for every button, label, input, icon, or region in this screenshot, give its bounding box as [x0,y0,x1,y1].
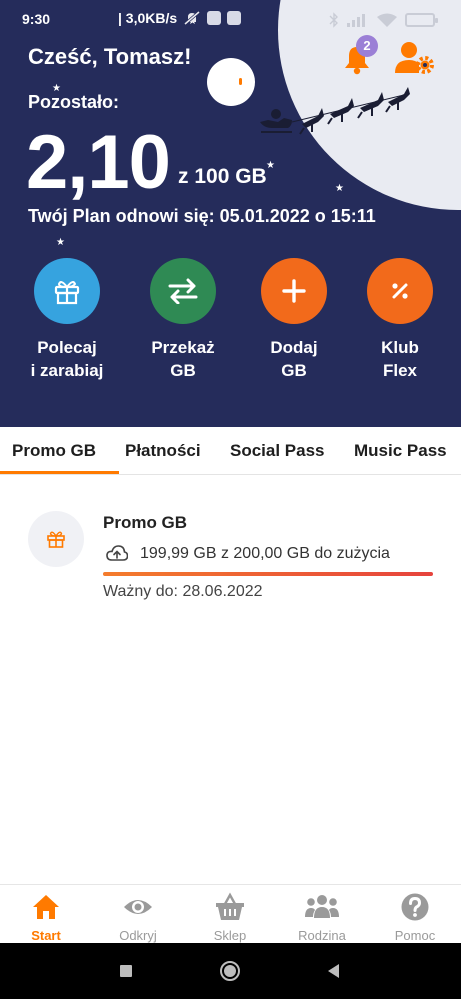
remaining-data-value: 2,10 [26,120,171,205]
greeting: Cześć, Tomasz! [28,44,192,69]
system-navigation-bar [0,943,461,999]
nav-family[interactable]: Rodzina [276,885,368,944]
star-decoration: ★ [266,160,275,171]
remaining-data-total: z 100 GB [178,165,267,188]
refer-circle [34,258,100,324]
nav-start[interactable]: Start [0,885,92,944]
refer-label: Polecaj i zarabiaj [30,338,104,380]
nav-start-label: Start [31,928,61,943]
nav-help[interactable]: Pomoc [369,885,461,944]
nav-family-label: Rodzina [298,928,346,943]
promo-progress-bar [103,572,433,576]
transfer-circle [150,258,216,324]
nav-shop[interactable]: Sklep [184,885,276,944]
promo-valid-until: Ważny do: 28.06.2022 [103,583,263,600]
klub-circle [367,258,433,324]
nav-shop-label: Sklep [213,928,247,943]
gift-icon [47,531,65,548]
cloud-upload-icon [106,545,128,561]
add-gb-button[interactable]: Dodaj GB [244,258,344,382]
transfer-arrows-icon [168,278,198,304]
home-icon [33,895,59,919]
transfer-label: Przekaż GB [151,338,215,380]
transfer-gb-button[interactable]: Przekaż GB [133,258,233,382]
bottom-navigation: Start Odkryj Sklep Rodzina Pomoc [0,884,461,943]
bluetooth-icon [329,12,338,28]
small-moon-illustration [207,58,255,106]
help-icon [401,893,429,921]
refer-and-earn-button[interactable]: Polecaj i zarabiaj [17,258,117,382]
nav-discover[interactable]: Odkryj [92,885,184,944]
nav-discover-label: Odkryj [119,928,157,943]
battery-icon [405,13,438,27]
remaining-label: Pozostało: [28,92,120,112]
promo-progress-fill [103,572,433,576]
santa-sleigh-illustration [260,87,410,135]
basket-icon [216,892,244,920]
back-button[interactable] [325,960,341,982]
mute-icon [184,10,201,26]
account-header: ★ ★ ★ ★ ★ 9:30 | 3,0KB/s [0,0,461,427]
user-settings-icon[interactable] [394,40,436,76]
star-decoration: ★ [56,237,65,248]
active-tab-indicator [0,471,119,474]
promo-icon-container [28,511,84,567]
promo-title: Promo GB [103,513,188,532]
promo-usage-text: 199,99 GB z 200,00 GB do zużycia [140,545,390,562]
klub-label: Klub Flex [381,338,419,380]
gift-icon [54,281,80,305]
add-circle [261,258,327,324]
tab-social-pass[interactable]: Social Pass [230,441,325,461]
eye-icon [124,900,152,914]
signal-icon [347,14,365,27]
tab-payments[interactable]: Płatności [125,441,201,461]
status-bar: 9:30 | 3,0KB/s [0,0,461,40]
home-button[interactable] [219,960,241,982]
package-tabs: Promo GB Płatności Social Pass Music Pas… [0,427,461,475]
klub-flex-button[interactable]: Klub Flex [350,258,450,382]
wifi-icon [377,13,397,27]
notification-count-badge: 2 [356,35,378,57]
notification-app-icon [227,11,242,25]
plan-renewal-date: Twój Plan odnowi się: 05.01.2022 o 15:11 [28,206,376,226]
status-time: 9:30 [22,11,51,27]
tab-promo-gb[interactable]: Promo GB [12,441,96,461]
network-speed: | 3,0KB/s [118,10,178,26]
star-decoration: ★ [335,183,344,194]
status-icons: | 3,0KB/s [118,10,242,26]
family-icon [305,895,339,918]
status-right-icons [329,12,438,28]
add-label: Dodaj GB [270,338,318,380]
percent-icon [392,283,408,299]
recent-apps-button[interactable] [119,960,133,982]
nav-help-label: Pomoc [394,928,436,943]
tab-music-pass[interactable]: Music Pass [354,441,447,461]
plus-icon [282,279,306,303]
notification-app-icon [207,11,222,25]
